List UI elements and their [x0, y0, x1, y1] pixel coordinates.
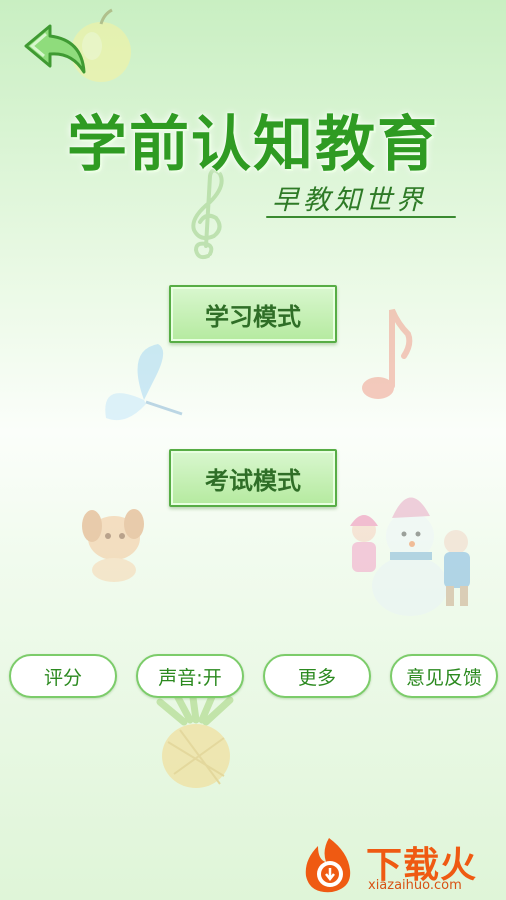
- snowman-kids-decoration-icon: [350, 497, 470, 616]
- app-title: 学前认知教育: [67, 110, 439, 180]
- pineapple-decoration-icon: [156, 690, 234, 788]
- app-subtitle: 早教知世界: [272, 185, 427, 216]
- puppy-decoration-icon: [82, 509, 144, 582]
- exam-mode-button[interactable]: 考试模式: [169, 449, 337, 507]
- watermark: 下载火 xiazaihuo.com: [296, 834, 504, 896]
- back-arrow-icon[interactable]: [20, 20, 90, 76]
- feedback-button[interactable]: 意见反馈: [390, 654, 498, 698]
- study-mode-button[interactable]: 学习模式: [169, 285, 337, 343]
- sound-toggle-button[interactable]: 声音:开: [136, 654, 244, 698]
- flame-logo-icon: [305, 838, 351, 893]
- watermark-url: xiazaihuo.com: [368, 878, 462, 893]
- more-button[interactable]: 更多: [263, 654, 371, 698]
- subtitle-underline: [266, 216, 456, 218]
- music-note-decoration-icon: [362, 308, 413, 399]
- butterfly-decoration-icon: [105, 344, 183, 421]
- rate-button[interactable]: 评分: [9, 654, 117, 698]
